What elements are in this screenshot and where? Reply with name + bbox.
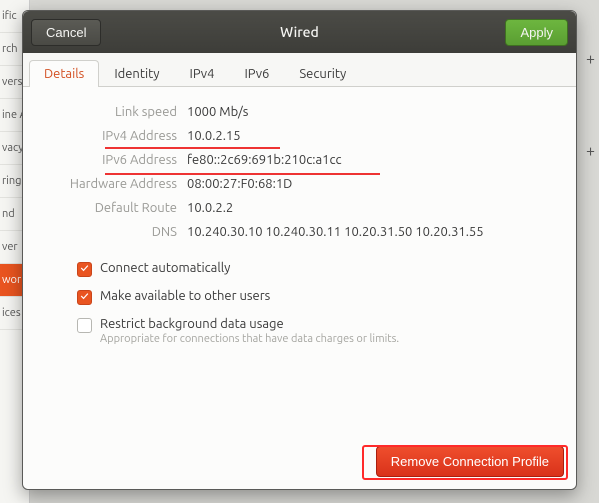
row-ipv4: IPv4 Address 10.0.2.15 bbox=[37, 129, 562, 143]
tab-ipv6[interactable]: IPv6 bbox=[229, 60, 284, 87]
hardware-label: Hardware Address bbox=[37, 177, 187, 191]
link-speed-label: Link speed bbox=[37, 105, 187, 119]
hardware-value: 08:00:27:F0:68:1D bbox=[187, 177, 292, 191]
cancel-button[interactable]: Cancel bbox=[31, 19, 101, 46]
ipv4-label: IPv4 Address bbox=[37, 129, 187, 143]
remove-connection-button[interactable]: Remove Connection Profile bbox=[376, 446, 564, 477]
row-link-speed: Link speed 1000 Mb/s bbox=[37, 105, 562, 119]
apply-button[interactable]: Apply bbox=[505, 19, 568, 46]
annotation-ipv6-underline bbox=[105, 173, 380, 175]
dns-label: DNS bbox=[37, 225, 187, 239]
checkbox-icon bbox=[77, 318, 92, 333]
tab-details[interactable]: Details bbox=[29, 60, 99, 87]
row-ipv6: IPv6 Address fe80::2c69:691b:210c:a1cc bbox=[37, 153, 562, 167]
plus-icon: + bbox=[586, 50, 595, 68]
checkbox-icon bbox=[77, 262, 92, 277]
restrict-background-label: Restrict background data usage bbox=[100, 317, 399, 331]
checkbox-icon bbox=[77, 290, 92, 305]
restrict-background-sublabel: Appropriate for connections that have da… bbox=[100, 333, 399, 345]
tab-ipv4[interactable]: IPv4 bbox=[175, 60, 230, 87]
link-speed-value: 1000 Mb/s bbox=[187, 105, 248, 119]
titlebar: Cancel Wired Apply bbox=[23, 11, 576, 53]
dns-value: 10.240.30.10 10.240.30.11 10.20.31.50 10… bbox=[187, 225, 484, 239]
ipv6-value: fe80::2c69:691b:210c:a1cc bbox=[187, 153, 342, 167]
route-label: Default Route bbox=[37, 201, 187, 215]
row-hardware: Hardware Address 08:00:27:F0:68:1D bbox=[37, 177, 562, 191]
connect-automatically-label: Connect automatically bbox=[100, 261, 230, 275]
restrict-background-checkbox[interactable]: Restrict background data usage Appropria… bbox=[77, 317, 562, 345]
tab-identity[interactable]: Identity bbox=[99, 60, 174, 87]
connect-automatically-checkbox[interactable]: Connect automatically bbox=[77, 261, 562, 277]
dialog-footer: Remove Connection Profile bbox=[23, 438, 576, 489]
ipv4-value: 10.0.2.15 bbox=[187, 129, 241, 143]
make-available-checkbox[interactable]: Make available to other users bbox=[77, 289, 562, 305]
row-dns: DNS 10.240.30.10 10.240.30.11 10.20.31.5… bbox=[37, 225, 562, 239]
annotation-ipv4-underline bbox=[105, 147, 280, 149]
wired-settings-dialog: Cancel Wired Apply Details Identity IPv4… bbox=[22, 10, 577, 490]
plus-icon: + bbox=[586, 142, 595, 160]
details-panel: Link speed 1000 Mb/s IPv4 Address 10.0.2… bbox=[23, 87, 576, 438]
tab-security[interactable]: Security bbox=[284, 60, 361, 87]
make-available-label: Make available to other users bbox=[100, 289, 270, 303]
tab-bar: Details Identity IPv4 IPv6 Security bbox=[23, 53, 576, 87]
ipv6-label: IPv6 Address bbox=[37, 153, 187, 167]
row-default-route: Default Route 10.0.2.2 bbox=[37, 201, 562, 215]
options-group: Connect automatically Make available to … bbox=[37, 261, 562, 345]
route-value: 10.0.2.2 bbox=[187, 201, 233, 215]
window-title: Wired bbox=[23, 24, 576, 40]
